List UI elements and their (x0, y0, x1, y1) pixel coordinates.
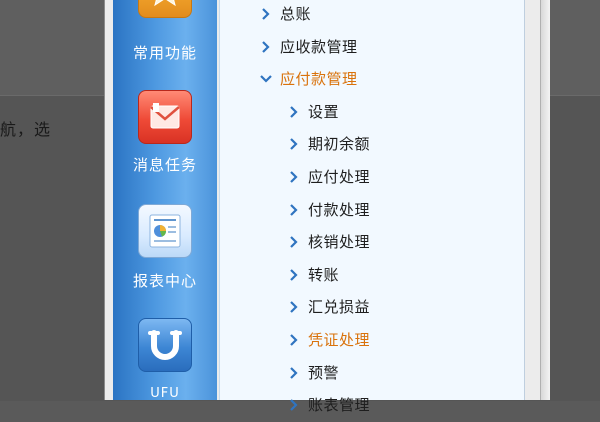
sidebar-item-label: UFU (150, 386, 180, 401)
tree-item[interactable]: 应付款管理 (258, 68, 358, 90)
chevron-right-icon[interactable] (286, 199, 302, 221)
report-icon (138, 204, 192, 258)
tree-item[interactable]: 期初余额 (286, 133, 370, 155)
chevron-right-icon[interactable] (286, 133, 302, 155)
sidebar-item-label: 报表中心 (132, 272, 197, 290)
star-icon (138, 0, 192, 18)
chevron-right-icon[interactable] (286, 264, 302, 286)
tree-item[interactable]: 应收款管理 (258, 36, 358, 58)
tree-item[interactable]: 转账 (286, 264, 339, 286)
chevron-right-icon[interactable] (286, 329, 302, 351)
tree-item-label: 应付处理 (308, 168, 371, 186)
chevron-right-icon[interactable] (286, 231, 302, 253)
chevron-right-icon[interactable] (286, 101, 302, 123)
tree-item[interactable]: 预警 (286, 362, 339, 384)
tree-item[interactable]: 应付处理 (286, 166, 370, 188)
sidebar-item-ufu[interactable]: UFU (113, 318, 217, 418)
envelope-icon (138, 90, 192, 144)
chevron-right-icon[interactable] (286, 394, 302, 416)
u-logo-icon (138, 318, 192, 372)
tree-item-label: 设置 (308, 102, 340, 121)
chevron-right-icon[interactable] (286, 166, 302, 188)
chevron-right-icon[interactable] (286, 296, 302, 318)
sidebar-item-messages[interactable]: 消息任务 (113, 90, 217, 190)
tree-item[interactable]: 核销处理 (286, 231, 370, 253)
tree-item[interactable]: 账表管理 (286, 394, 370, 416)
tree-item-label: 账表管理 (308, 396, 371, 415)
sidebar-item-common-functions[interactable]: 常用功能 (113, 0, 217, 64)
tree-item-label: 总账 (280, 5, 312, 23)
chevron-right-icon[interactable] (258, 3, 274, 25)
sidebar-item-label: 常用功能 (132, 44, 197, 62)
tree-item[interactable]: 汇兑损益 (286, 296, 370, 318)
tree-item-label: 期初余额 (308, 135, 371, 154)
sidebar-item-report-center[interactable]: 报表中心 (113, 204, 217, 304)
tree-item[interactable]: 设置 (286, 101, 339, 123)
chevron-down-icon[interactable] (258, 68, 274, 90)
tree-item-label: 凭证处理 (308, 331, 371, 349)
sidebar-item-label: 消息任务 (132, 156, 197, 174)
sidebar: 常用功能 消息任务 报表中心 UFU (113, 0, 217, 401)
tree-item-label: 汇兑损益 (308, 298, 371, 317)
tree-item-label: 应收款管理 (280, 37, 358, 56)
tree-item-label: 核销处理 (308, 233, 371, 252)
app-window: 常用功能 消息任务 报表中心 UFU 总账 应收款管理 应付款管理 设置 期初余… (104, 0, 550, 414)
chevron-right-icon[interactable] (286, 362, 302, 384)
tree-item[interactable]: 付款处理 (286, 199, 370, 221)
navigation-tree: 总账应收款管理应付款管理设置期初余额应付处理付款处理核销处理转账汇兑损益凭证处理… (219, 0, 525, 414)
tree-item[interactable]: 总账 (258, 3, 311, 25)
tree-item-label: 转账 (308, 265, 340, 284)
chevron-right-icon[interactable] (258, 36, 274, 58)
tree-item-label: 应付款管理 (280, 70, 358, 89)
background-text: 航，选 (0, 120, 52, 139)
window-edge (540, 0, 550, 400)
tree-item-label: 预警 (308, 363, 340, 382)
tree-item-label: 付款处理 (308, 200, 371, 219)
tree-item[interactable]: 凭证处理 (286, 329, 370, 351)
